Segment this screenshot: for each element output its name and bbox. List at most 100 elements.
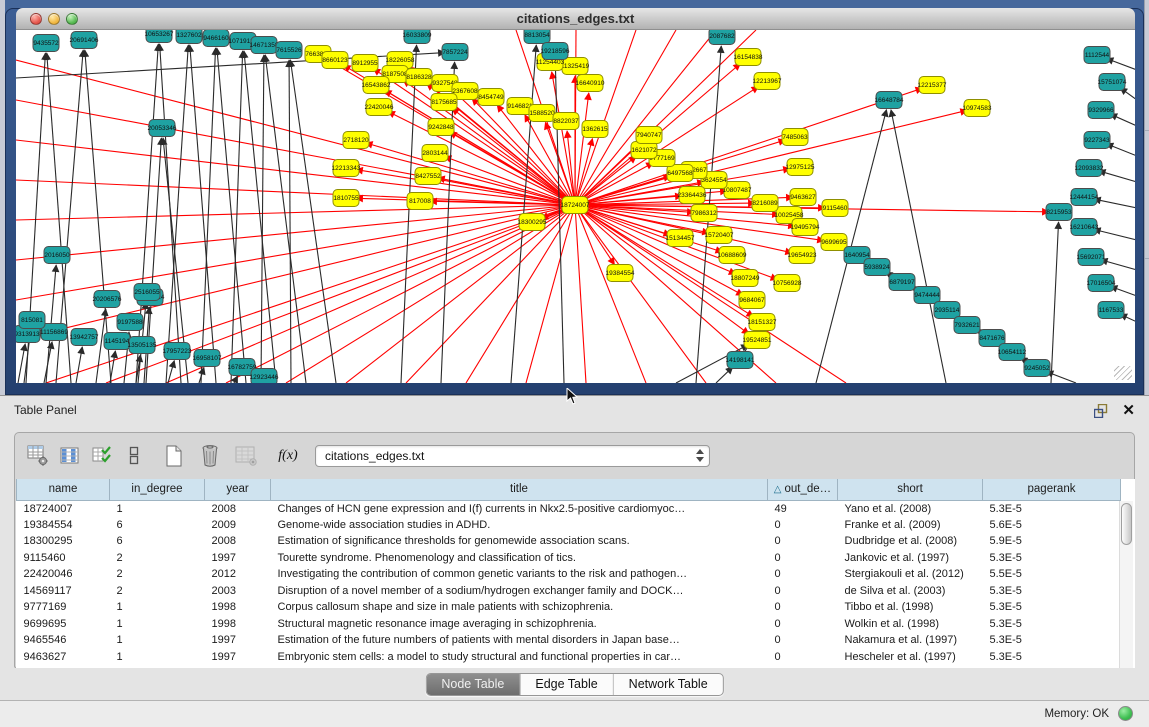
- graph-node-selected[interactable]: 8660123: [322, 52, 348, 69]
- graph-node[interactable]: 12093832: [1075, 160, 1104, 177]
- graph-edge[interactable]: [1094, 199, 1135, 208]
- graph-node-selected[interactable]: 9463627: [790, 189, 816, 206]
- graph-node[interactable]: 14198141: [726, 352, 755, 369]
- scrollbar-thumb[interactable]: [1121, 503, 1132, 545]
- graph-edge[interactable]: [234, 376, 238, 383]
- graph-node-selected[interactable]: 15720407: [705, 227, 734, 244]
- graph-node-selected[interactable]: 1588520: [529, 105, 555, 122]
- graph-edge[interactable]: [217, 48, 246, 383]
- graph-node[interactable]: 2516055: [134, 284, 160, 301]
- table-row[interactable]: 977716911998Corpus callosum shape and si…: [17, 599, 1121, 616]
- row-height-button[interactable]: [121, 444, 147, 468]
- graph-edge-selected[interactable]: [575, 93, 589, 205]
- graph-node-selected[interactable]: 1621072: [631, 142, 657, 159]
- graph-node-selected[interactable]: 817008: [407, 193, 433, 210]
- graph-node[interactable]: 9435572: [33, 35, 59, 52]
- graph-node[interactable]: 9227343: [1084, 132, 1110, 149]
- graph-edge[interactable]: [261, 55, 264, 383]
- graph-node[interactable]: 10653267: [145, 30, 174, 43]
- graph-node[interactable]: 20691406: [70, 32, 99, 49]
- float-window-icon[interactable]: [1094, 404, 1109, 418]
- graph-node[interactable]: 16958107: [193, 350, 222, 367]
- graph-edge-selected[interactable]: [466, 205, 575, 383]
- graph-edge[interactable]: [891, 110, 946, 383]
- graph-node-selected[interactable]: 22420046: [365, 99, 394, 116]
- graph-node-selected[interactable]: 11325419: [561, 58, 590, 75]
- graph-node[interactable]: 2016050: [44, 247, 70, 264]
- tab-network-table[interactable]: Network Table: [613, 674, 723, 695]
- graph-edge[interactable]: [1051, 222, 1059, 383]
- graph-node-selected[interactable]: 16640910: [576, 75, 605, 92]
- graph-node[interactable]: 15692071: [1077, 249, 1106, 266]
- graph-edge[interactable]: [110, 351, 115, 383]
- graph-edge-selected[interactable]: [16, 205, 575, 260]
- resize-grip[interactable]: [1114, 366, 1132, 380]
- graph-node[interactable]: 19218596: [541, 43, 570, 60]
- graph-node-selected[interactable]: 10974583: [963, 100, 992, 117]
- new-column-button[interactable]: [161, 444, 187, 468]
- graph-node-selected[interactable]: 18807249: [731, 270, 760, 287]
- graph-edge[interactable]: [76, 347, 82, 383]
- delete-column-button[interactable]: [197, 444, 223, 468]
- graph-edge[interactable]: [1101, 260, 1135, 270]
- tab-node-table[interactable]: Node Table: [426, 674, 519, 695]
- graph-node[interactable]: 16033809: [403, 30, 432, 44]
- graph-edge[interactable]: [1099, 171, 1135, 182]
- column-header[interactable]: name: [17, 479, 110, 500]
- graph-node[interactable]: 16210643: [1070, 219, 1099, 236]
- graph-edge-selected[interactable]: [16, 140, 575, 205]
- graph-node[interactable]: 1112544: [1084, 47, 1110, 64]
- graph-node[interactable]: 2087682: [709, 30, 735, 45]
- table-row[interactable]: 911546021997Tourette syndrome. Phenomeno…: [17, 550, 1121, 567]
- graph-node-selected[interactable]: 18151327: [748, 314, 777, 331]
- select-rows-button[interactable]: [89, 444, 115, 468]
- function-builder-button[interactable]: f(x): [275, 444, 301, 468]
- graph-edge-selected[interactable]: [575, 205, 586, 383]
- graph-node[interactable]: 7932621: [954, 317, 980, 334]
- graph-node-selected[interactable]: 1810755: [333, 190, 359, 207]
- graph-node[interactable]: 815081: [19, 312, 45, 329]
- graph-node-selected[interactable]: 9242848: [428, 119, 454, 136]
- graph-node-selected[interactable]: 16543862: [362, 77, 391, 94]
- column-header[interactable]: year: [205, 479, 271, 500]
- graph-node[interactable]: 12444154: [1070, 189, 1099, 206]
- graph-node[interactable]: 8813054: [524, 30, 550, 44]
- graph-node[interactable]: 1145194: [104, 333, 130, 350]
- network-canvas[interactable]: 1872400789129551822605881875088186328932…: [16, 30, 1135, 383]
- graph-node-selected[interactable]: 12213967: [753, 73, 782, 90]
- graph-node-selected[interactable]: 9699695: [821, 234, 847, 251]
- graph-node-selected[interactable]: 15134457: [666, 230, 695, 247]
- graph-node[interactable]: 14671358: [250, 37, 279, 54]
- graph-edge-selected[interactable]: [346, 205, 575, 383]
- graph-node[interactable]: 5938924: [864, 259, 890, 276]
- graph-node[interactable]: 13942757: [70, 329, 99, 346]
- graph-node-selected[interactable]: 19654923: [788, 247, 817, 264]
- graph-node-selected[interactable]: 12975125: [786, 159, 815, 176]
- graph-node[interactable]: 16648784: [875, 92, 904, 109]
- graph-edge[interactable]: [1106, 144, 1135, 156]
- graph-edge[interactable]: [290, 60, 336, 383]
- graph-node-selected[interactable]: 10688609: [718, 247, 747, 264]
- graph-node-selected[interactable]: 10756928: [773, 275, 802, 292]
- graph-node-selected[interactable]: 8454749: [478, 89, 504, 106]
- graph-node-selected[interactable]: 9684067: [739, 292, 765, 309]
- graph-node-selected[interactable]: 1362615: [582, 121, 608, 138]
- tab-edge-table[interactable]: Edge Table: [519, 674, 612, 695]
- graph-node-selected[interactable]: 19384554: [606, 265, 635, 282]
- table-row[interactable]: 2242004622012Investigating the contribut…: [17, 566, 1121, 583]
- graph-edge[interactable]: [555, 61, 564, 383]
- graph-edge-selected[interactable]: [526, 205, 575, 383]
- table-row[interactable]: 1830029562008Estimation of significance …: [17, 533, 1121, 550]
- graph-node-selected[interactable]: 2803144: [422, 145, 448, 162]
- graph-node[interactable]: 8215953: [1046, 204, 1072, 221]
- graph-node-selected[interactable]: 12213343: [332, 160, 361, 177]
- graph-node-selected[interactable]: 8186328: [406, 69, 432, 86]
- graph-node[interactable]: 9474444: [914, 287, 940, 304]
- graph-edge[interactable]: [289, 60, 291, 383]
- graph-node-selected[interactable]: 9115460: [822, 200, 848, 217]
- column-visibility-button[interactable]: [57, 444, 83, 468]
- graph-node[interactable]: 12923446: [250, 369, 279, 384]
- table-row[interactable]: 946362711997Embryonic stem cells: a mode…: [17, 649, 1121, 666]
- table-row[interactable]: 1872400712008Changes of HCN gene express…: [17, 500, 1121, 517]
- graph-node[interactable]: 20206576: [93, 291, 122, 308]
